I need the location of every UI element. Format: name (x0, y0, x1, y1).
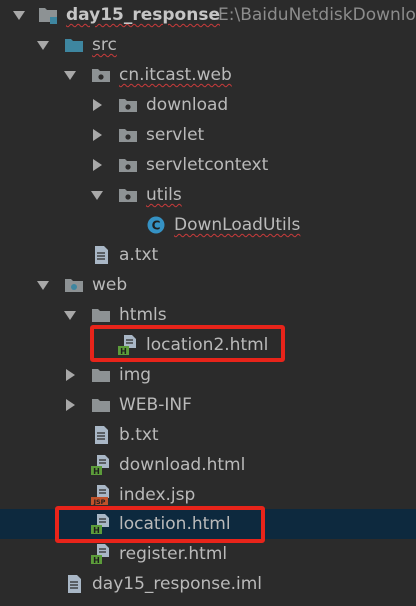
tree-node-servlet[interactable]: servlet (0, 120, 416, 150)
img-label: img (119, 365, 152, 385)
highlight-box-location2 (90, 325, 285, 362)
tree-node-downloadutils[interactable]: DownLoadUtils (0, 210, 416, 240)
package-icon (118, 155, 138, 175)
tree-node-b-txt[interactable]: b.txt (0, 420, 416, 450)
package-icon (91, 65, 111, 85)
tree-node-iml[interactable]: day15_response.iml (0, 569, 416, 599)
index-jsp-label: index.jsp (119, 485, 196, 505)
tree-node-download[interactable]: download (0, 90, 416, 120)
servlet-label: servlet (146, 125, 205, 145)
expand-arrow-icon[interactable] (37, 41, 49, 50)
tree-node-utils[interactable]: utils (0, 180, 416, 210)
expand-arrow-icon[interactable] (64, 311, 76, 320)
html-file-icon (91, 455, 111, 475)
htmls-label: htmls (119, 305, 167, 325)
text-file-icon (91, 425, 111, 445)
tree-node-web-inf[interactable]: WEB-INF (0, 390, 416, 420)
download-html-label: download.html (119, 455, 246, 475)
a-txt-label: a.txt (119, 245, 159, 265)
web-folder-icon (64, 275, 84, 295)
tree-node-web[interactable]: web (0, 270, 416, 300)
tree-node-root[interactable]: day15_response E:\BaiduNetdiskDownlo (0, 0, 416, 30)
text-file-icon (91, 245, 111, 265)
utils-label: utils (146, 185, 182, 205)
class-icon (146, 215, 166, 235)
folder-icon (91, 395, 111, 415)
highlight-box-location (55, 506, 265, 543)
root-label: day15_response (66, 5, 220, 25)
folder-icon (91, 365, 111, 385)
package-icon (118, 185, 138, 205)
tree-node-package[interactable]: cn.itcast.web (0, 60, 416, 90)
downloadutils-label: DownLoadUtils (174, 215, 301, 235)
collapse-arrow-icon[interactable] (93, 129, 102, 141)
tree-node-download-html[interactable]: download.html (0, 450, 416, 480)
expand-arrow-icon[interactable] (91, 191, 103, 200)
web-inf-label: WEB-INF (119, 395, 192, 415)
iml-label: day15_response.iml (92, 574, 263, 594)
b-txt-label: b.txt (119, 425, 159, 445)
collapse-arrow-icon[interactable] (66, 369, 75, 381)
source-folder-icon (64, 35, 84, 55)
collapse-arrow-icon[interactable] (93, 99, 102, 111)
expand-arrow-icon[interactable] (64, 71, 76, 80)
jsp-file-icon (91, 485, 111, 505)
project-tree: day15_response E:\BaiduNetdiskDownlo src… (0, 0, 416, 606)
expand-arrow-icon[interactable] (13, 11, 25, 20)
folder-icon (91, 305, 111, 325)
package-icon (118, 125, 138, 145)
package-label: cn.itcast.web (119, 65, 232, 85)
root-path: E:\BaiduNetdiskDownlo (218, 5, 416, 25)
text-file-icon (64, 574, 84, 594)
tree-node-img[interactable]: img (0, 360, 416, 390)
collapse-arrow-icon[interactable] (93, 159, 102, 171)
servletcontext-label: servletcontext (146, 155, 269, 175)
expand-arrow-icon[interactable] (37, 281, 49, 290)
tree-node-a-txt[interactable]: a.txt (0, 240, 416, 270)
collapse-arrow-icon[interactable] (66, 399, 75, 411)
web-label: web (92, 275, 128, 295)
download-label: download (146, 95, 229, 115)
module-icon (38, 5, 58, 25)
tree-node-servletcontext[interactable]: servletcontext (0, 150, 416, 180)
package-icon (118, 95, 138, 115)
tree-node-register-html[interactable]: register.html (0, 539, 416, 569)
src-label: src (92, 35, 117, 55)
register-html-label: register.html (119, 544, 228, 564)
html-file-icon (91, 544, 111, 564)
tree-node-src[interactable]: src (0, 30, 416, 60)
